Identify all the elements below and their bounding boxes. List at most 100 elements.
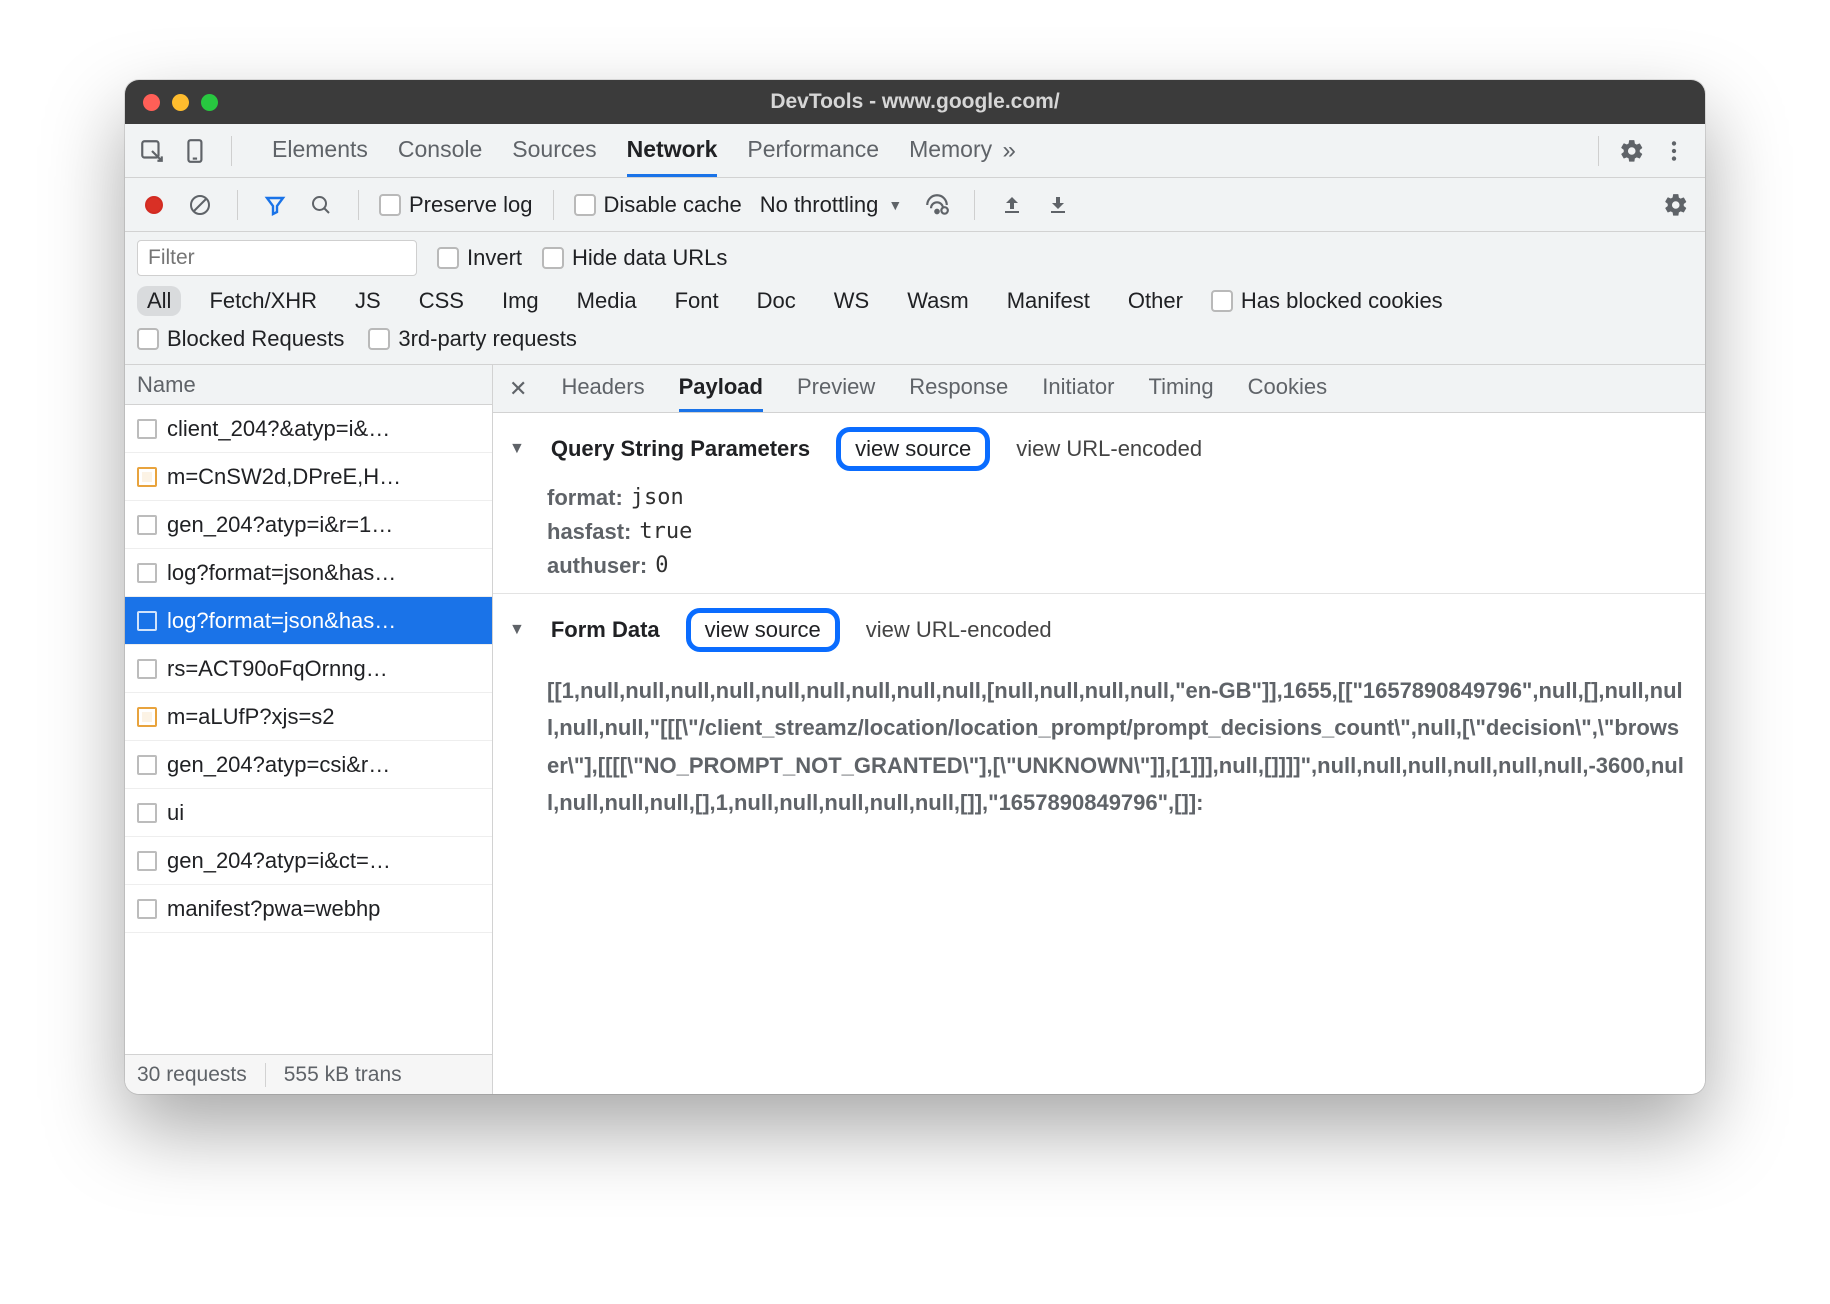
blocked-requests-checkbox[interactable]: Blocked Requests (137, 326, 344, 352)
close-details-icon[interactable]: ✕ (509, 376, 527, 402)
detail-tab-cookies[interactable]: Cookies (1248, 365, 1327, 412)
chevron-down-icon: ▼ (888, 197, 902, 213)
query-param-value: true (639, 519, 692, 545)
qsp-view-source-link[interactable]: view source (836, 427, 990, 471)
document-file-icon (137, 419, 157, 439)
request-row[interactable]: rs=ACT90oFqOrnng… (125, 645, 492, 693)
type-filter-css[interactable]: CSS (409, 286, 474, 316)
type-filter-all[interactable]: All (137, 286, 181, 316)
request-name: m=CnSW2d,DPreE,H… (167, 464, 401, 490)
settings-icon[interactable] (1615, 134, 1649, 168)
type-filter-js[interactable]: JS (345, 286, 391, 316)
document-file-icon (137, 851, 157, 871)
preserve-log-checkbox[interactable]: Preserve log (379, 192, 533, 218)
record-button[interactable] (137, 188, 171, 222)
request-name: m=aLUfP?xjs=s2 (167, 704, 335, 730)
filter-input[interactable] (137, 240, 417, 276)
upload-har-icon[interactable] (995, 188, 1029, 222)
detail-tab-payload[interactable]: Payload (679, 365, 763, 412)
detail-tab-preview[interactable]: Preview (797, 365, 875, 412)
invert-label: Invert (467, 245, 522, 271)
form-data-title: Form Data (551, 617, 660, 643)
type-filter-other[interactable]: Other (1118, 286, 1193, 316)
type-filter-media[interactable]: Media (567, 286, 647, 316)
requests-footer: 30 requests 555 kB trans (125, 1054, 492, 1094)
type-filter-font[interactable]: Font (665, 286, 729, 316)
invert-checkbox[interactable]: Invert (437, 245, 522, 271)
request-row[interactable]: m=aLUfP?xjs=s2 (125, 693, 492, 741)
separator (553, 190, 554, 220)
query-param-row: hasfast:true (493, 515, 1705, 549)
kebab-menu-icon[interactable] (1657, 134, 1691, 168)
close-window-button[interactable] (143, 94, 160, 111)
throttling-dropdown[interactable]: No throttling ▼ (754, 192, 908, 218)
type-filter-ws[interactable]: WS (824, 286, 879, 316)
request-row[interactable]: client_204?&atyp=i&… (125, 405, 492, 453)
panel-tab-network[interactable]: Network (627, 124, 718, 177)
type-filter-manifest[interactable]: Manifest (997, 286, 1100, 316)
inspect-element-icon[interactable] (135, 134, 169, 168)
panel-tab-console[interactable]: Console (398, 124, 482, 177)
panel-tab-performance[interactable]: Performance (747, 124, 879, 177)
request-name: client_204?&atyp=i&… (167, 416, 390, 442)
qsp-section-header[interactable]: ▼ Query String Parameters view source vi… (493, 413, 1705, 481)
payload-panel: ▼ Query String Parameters view source vi… (493, 413, 1705, 1094)
type-filter-wasm[interactable]: Wasm (897, 286, 979, 316)
document-file-icon (137, 611, 157, 631)
form-data-body: [[1,null,null,null,null,null,null,null,n… (493, 662, 1705, 842)
type-filter-img[interactable]: Img (492, 286, 549, 316)
type-filter-fetch-xhr[interactable]: Fetch/XHR (199, 286, 327, 316)
minimize-window-button[interactable] (172, 94, 189, 111)
detail-tab-headers[interactable]: Headers (561, 365, 644, 412)
script-file-icon (137, 707, 157, 727)
network-settings-icon[interactable] (1659, 188, 1693, 222)
request-row[interactable]: log?format=json&has… (125, 549, 492, 597)
separator (974, 190, 975, 220)
third-party-checkbox[interactable]: 3rd-party requests (368, 326, 577, 352)
network-conditions-icon[interactable] (920, 188, 954, 222)
download-har-icon[interactable] (1041, 188, 1075, 222)
separator (1598, 136, 1599, 166)
search-icon[interactable] (304, 188, 338, 222)
hide-data-urls-checkbox[interactable]: Hide data URLs (542, 245, 727, 271)
request-name: log?format=json&has… (167, 608, 396, 634)
detail-tab-response[interactable]: Response (909, 365, 1008, 412)
detail-tab-initiator[interactable]: Initiator (1042, 365, 1114, 412)
filter-toggle-icon[interactable] (258, 188, 292, 222)
requests-column-header[interactable]: Name (125, 365, 492, 405)
more-panels-button[interactable]: » (992, 134, 1026, 168)
form-data-view-source-link[interactable]: view source (686, 608, 840, 652)
request-row[interactable]: gen_204?atyp=i&r=1… (125, 501, 492, 549)
main-content: Name client_204?&atyp=i&… m=CnSW2d,DPreE,… (125, 365, 1705, 1094)
clear-button[interactable] (183, 188, 217, 222)
panel-tab-elements[interactable]: Elements (272, 124, 368, 177)
request-row[interactable]: manifest?pwa=webhp (125, 885, 492, 933)
preserve-log-label: Preserve log (409, 192, 533, 218)
request-row[interactable]: m=CnSW2d,DPreE,H… (125, 453, 492, 501)
request-count: 30 requests (137, 1063, 247, 1087)
document-file-icon (137, 563, 157, 583)
type-filter-doc[interactable]: Doc (747, 286, 806, 316)
request-name: manifest?pwa=webhp (167, 896, 380, 922)
panel-tab-memory[interactable]: Memory (909, 124, 992, 177)
request-row[interactable]: ui (125, 789, 492, 837)
request-name: gen_204?atyp=csi&r… (167, 752, 390, 778)
device-toggle-icon[interactable] (179, 134, 213, 168)
request-row[interactable]: gen_204?atyp=csi&r… (125, 741, 492, 789)
request-row[interactable]: log?format=json&has… (125, 597, 492, 645)
form-data-view-url-encoded-link[interactable]: view URL-encoded (866, 617, 1052, 643)
hide-data-urls-label: Hide data URLs (572, 245, 727, 271)
has-blocked-cookies-checkbox[interactable]: Has blocked cookies (1211, 288, 1443, 314)
maximize-window-button[interactable] (201, 94, 218, 111)
disclosure-triangle-icon[interactable]: ▼ (509, 440, 525, 458)
disable-cache-checkbox[interactable]: Disable cache (574, 192, 742, 218)
qsp-view-url-encoded-link[interactable]: view URL-encoded (1016, 436, 1202, 462)
request-name: gen_204?atyp=i&ct=… (167, 848, 391, 874)
panel-tab-sources[interactable]: Sources (512, 124, 596, 177)
qsp-title: Query String Parameters (551, 436, 810, 462)
query-param-row: format:json (493, 481, 1705, 515)
detail-tab-timing[interactable]: Timing (1148, 365, 1213, 412)
disclosure-triangle-icon[interactable]: ▼ (509, 621, 525, 639)
request-row[interactable]: gen_204?atyp=i&ct=… (125, 837, 492, 885)
form-data-section-header[interactable]: ▼ Form Data view source view URL-encoded (493, 594, 1705, 662)
